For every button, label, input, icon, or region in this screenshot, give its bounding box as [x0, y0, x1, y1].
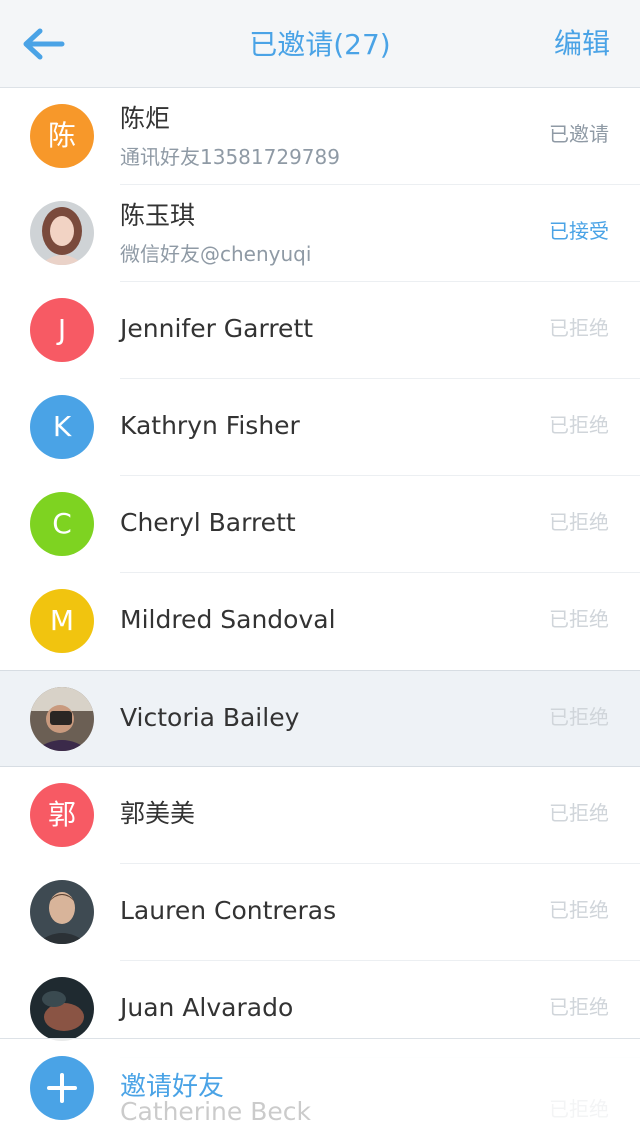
invited-list: 陈 陈炬 通讯好友13581729789 已邀请 陈玉琪 微信好友@chenyu… [0, 88, 640, 1058]
avatar [30, 201, 94, 265]
invite-bar: Catherine Beck 已拒绝 邀请好友 [0, 1038, 640, 1136]
avatar: C [30, 492, 94, 556]
status-badge: 已拒绝 [549, 1097, 609, 1121]
avatar [30, 977, 94, 1041]
page-title: 已邀请(27) [249, 28, 391, 61]
list-item[interactable]: K Kathryn Fisher 已拒绝 [0, 379, 640, 476]
avatar: 陈 [30, 104, 94, 168]
status-badge: 已拒绝 [549, 898, 609, 922]
contact-name: Juan Alvarado [120, 993, 294, 1022]
avatar: M [30, 589, 94, 653]
contact-name: Mildred Sandoval [120, 605, 336, 634]
list-item[interactable]: M Mildred Sandoval 已拒绝 [0, 573, 640, 670]
status-badge: 已拒绝 [549, 607, 609, 631]
invite-friends-button[interactable]: 邀请好友 [120, 1070, 224, 1104]
edit-button[interactable]: 编辑 [554, 26, 610, 62]
list-item-selected[interactable]: Victoria Bailey 已拒绝 [0, 670, 640, 767]
contact-name: 郭美美 [120, 799, 196, 828]
list-item[interactable]: Lauren Contreras 已拒绝 [0, 864, 640, 961]
avatar [30, 687, 94, 751]
contact-name: Jennifer Garrett [120, 314, 314, 343]
status-badge: 已拒绝 [549, 705, 609, 729]
status-badge: 已拒绝 [549, 995, 609, 1019]
status-badge: 已拒绝 [549, 801, 609, 825]
avatar: K [30, 395, 94, 459]
nav-bar: 已邀请(27) 编辑 [0, 0, 640, 88]
avatar: J [30, 298, 94, 362]
plus-icon[interactable] [30, 1056, 94, 1120]
status-badge: 已邀请 [549, 122, 609, 146]
list-item[interactable]: 陈玉琪 微信好友@chenyuqi 已接受 [0, 185, 640, 282]
list-item[interactable]: 陈 陈炬 通讯好友13581729789 已邀请 [0, 88, 640, 185]
list-item[interactable]: 郭 郭美美 已拒绝 [0, 767, 640, 864]
avatar: 郭 [30, 783, 94, 847]
contact-name: Lauren Contreras [120, 896, 337, 925]
status-badge: 已拒绝 [549, 413, 609, 437]
status-badge: 已拒绝 [549, 510, 609, 534]
status-badge: 已拒绝 [549, 316, 609, 340]
list-item[interactable]: C Cheryl Barrett 已拒绝 [0, 476, 640, 573]
list-item-partial: Catherine Beck 已拒绝 [0, 1039, 640, 1137]
contact-source: 微信好友@chenyuqi [120, 242, 312, 266]
avatar [30, 880, 94, 944]
contact-name: 陈玉琪 [120, 201, 196, 230]
contact-name: Cheryl Barrett [120, 508, 296, 537]
status-badge: 已接受 [549, 219, 609, 243]
contact-source: 通讯好友13581729789 [120, 145, 340, 169]
list-item[interactable]: J Jennifer Garrett 已拒绝 [0, 282, 640, 379]
contact-name: Victoria Bailey [120, 703, 300, 732]
contact-name: Kathryn Fisher [120, 411, 300, 440]
contact-name: 陈炬 [120, 104, 171, 133]
